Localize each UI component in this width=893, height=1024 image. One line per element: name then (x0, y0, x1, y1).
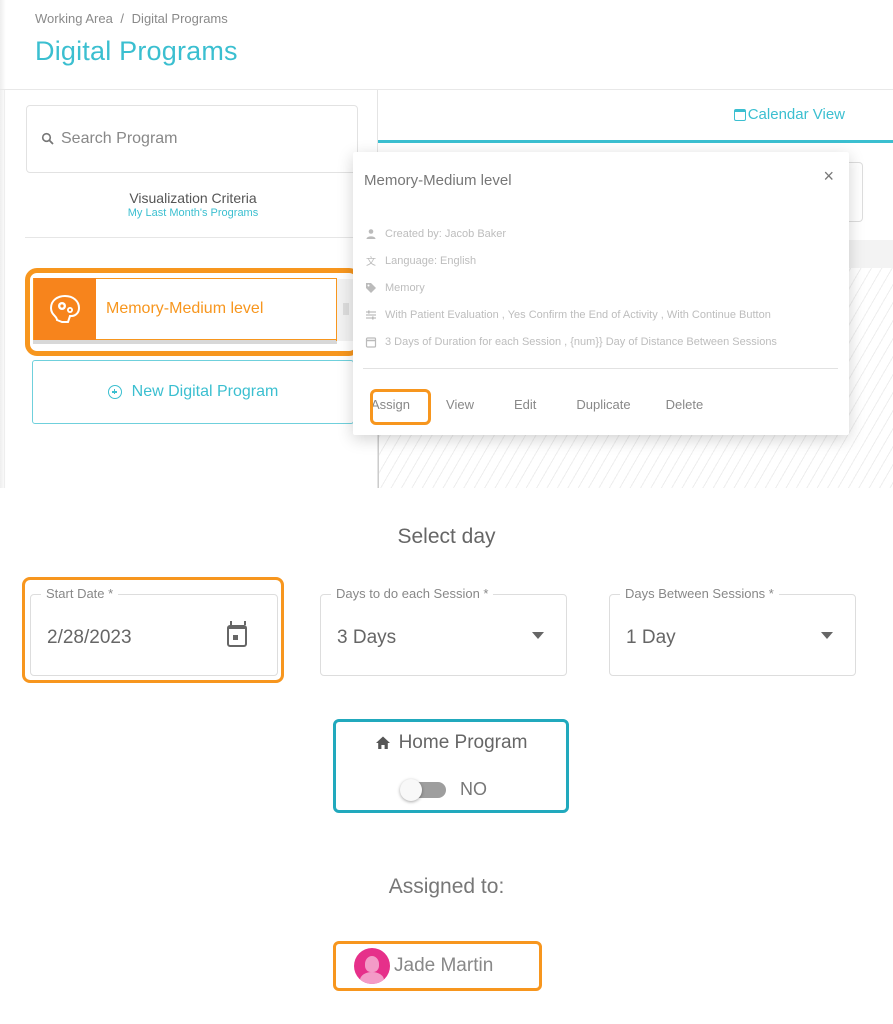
detail-text: With Patient Evaluation , Yes Confirm th… (385, 308, 771, 321)
language-icon: 文 (366, 257, 376, 268)
detail-text: Language: English (385, 254, 477, 267)
days-between-sessions-label: Days Between Sessions * (620, 586, 779, 601)
active-tab-indicator (378, 140, 893, 143)
programs-sidebar: Visualization Criteria My Last Month's P… (4, 90, 378, 488)
toggle-knob (400, 779, 422, 801)
detail-text: Created by: Jacob Baker (385, 227, 507, 240)
home-icon (375, 736, 390, 749)
program-thumbnail (34, 278, 96, 340)
tab-calendar-view-label: Calendar View (747, 106, 845, 123)
assign-highlight (370, 389, 431, 425)
page-title: Digital Programs (35, 36, 238, 66)
popup-details: Created by: Jacob Baker 文 Language: Engl… (365, 220, 777, 355)
assignee-chip[interactable]: Jade Martin (333, 941, 542, 991)
view-button[interactable]: View (446, 397, 474, 412)
visualization-criteria-value: My Last Month's Programs (127, 207, 259, 219)
program-drag-handle[interactable] (336, 279, 354, 341)
detail-text: 3 Days of Duration for each Session , {n… (385, 335, 777, 348)
edit-button[interactable]: Edit (514, 397, 536, 412)
brain-gears-icon (49, 294, 81, 323)
detail-schedule: 3 Days of Duration for each Session , {n… (365, 328, 777, 355)
tag-icon (366, 282, 376, 293)
home-program-label: Home Program (398, 732, 528, 753)
breadcrumb-digital-programs: Digital Programs (131, 11, 228, 26)
duplicate-button[interactable]: Duplicate (576, 397, 630, 412)
visualization-criteria-label: Visualization Criteria (129, 190, 257, 206)
home-program-label-row: Home Program (336, 732, 566, 754)
days-between-sessions-value: 1 Day (626, 627, 676, 648)
popup-title: Memory-Medium level (364, 172, 512, 189)
assigned-to-title: Assigned to: (388, 875, 505, 898)
assignee-name: Jade Martin (394, 955, 494, 976)
caret-down-icon[interactable] (821, 632, 833, 639)
popup-divider (363, 368, 838, 369)
delete-button[interactable]: Delete (666, 397, 704, 412)
detail-category: Memory (365, 274, 777, 301)
home-program-box: Home Program NO (333, 719, 569, 813)
program-item-memory-medium[interactable]: Memory-Medium level (33, 278, 354, 341)
calendar-icon (365, 336, 377, 348)
new-digital-program-button[interactable]: New Digital Program (32, 360, 354, 424)
breadcrumb-working-area[interactable]: Working Area (35, 11, 113, 26)
start-date-highlight (22, 577, 284, 683)
visualization-criteria-select[interactable]: Visualization Criteria My Last Month's P… (25, 190, 361, 219)
days-each-session-select[interactable]: Days to do each Session * 3 Days (320, 586, 567, 676)
digital-programs-panel: Working Area / Digital Programs Digital … (0, 0, 893, 488)
home-program-toggle[interactable] (400, 779, 448, 801)
tab-calendar-view[interactable]: Calendar View (733, 106, 845, 123)
sidebar-divider (25, 237, 359, 238)
program-name: Memory-Medium level (106, 300, 264, 317)
breadcrumb: Working Area / Digital Programs (35, 11, 232, 26)
days-between-sessions-select[interactable]: Days Between Sessions * 1 Day (609, 586, 856, 676)
select-day-title: Select day (397, 525, 496, 548)
detail-settings: With Patient Evaluation , Yes Confirm th… (365, 301, 777, 328)
home-program-toggle-state: NO (460, 779, 487, 799)
caret-down-icon[interactable] (532, 632, 544, 639)
search-program-input[interactable] (61, 130, 321, 148)
detail-language: 文 Language: English (365, 247, 777, 274)
settings-sliders-icon (366, 310, 376, 319)
close-icon[interactable]: × (823, 166, 834, 187)
calendar-icon (733, 108, 746, 121)
plus-circle-icon (107, 385, 122, 399)
search-program-field[interactable] (26, 105, 358, 173)
new-digital-program-label: New Digital Program (131, 383, 279, 400)
breadcrumb-separator: / (120, 11, 125, 26)
search-icon (41, 132, 54, 145)
detail-text: Memory (385, 281, 425, 294)
days-each-session-label: Days to do each Session * (331, 586, 494, 601)
detail-created-by: Created by: Jacob Baker (365, 220, 777, 247)
user-icon (366, 228, 376, 239)
days-each-session-value: 3 Days (337, 627, 397, 648)
avatar (354, 948, 390, 984)
